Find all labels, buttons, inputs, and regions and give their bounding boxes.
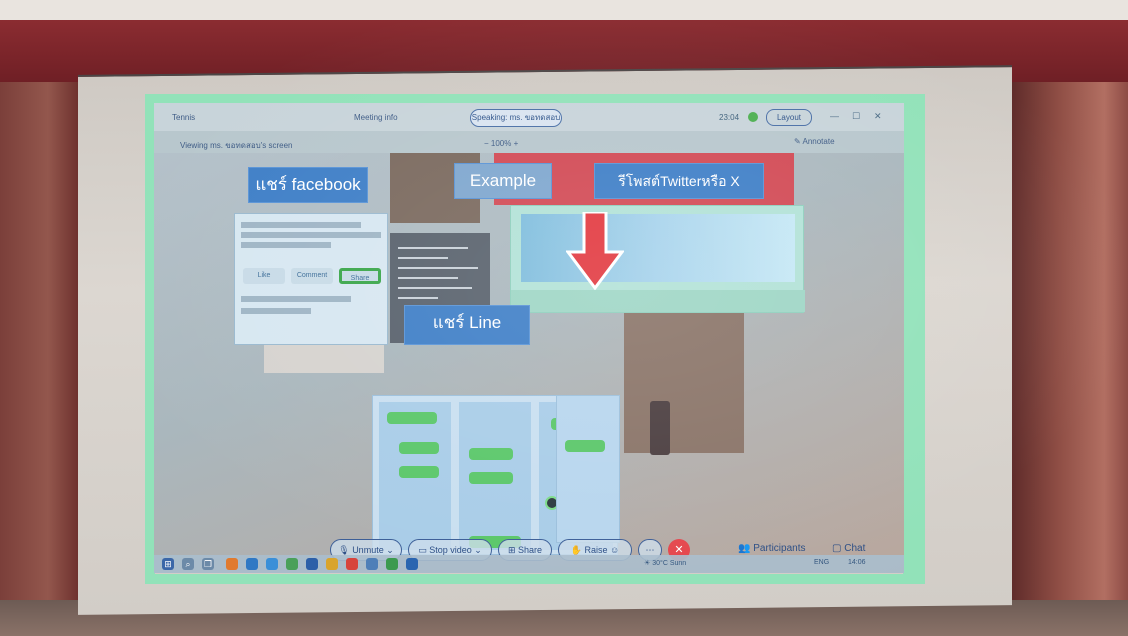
start-icon[interactable]: ⊞	[162, 558, 174, 570]
annotate-button[interactable]: ✎ Annotate	[794, 137, 835, 146]
raise-label: Raise	[584, 545, 608, 555]
shared-content: Like Comment Share แชร์ facebook Example…	[154, 153, 904, 555]
ceiling	[0, 0, 1128, 20]
chat-bubble	[387, 412, 437, 424]
label-example: Example	[454, 163, 552, 199]
post-text-line	[241, 232, 381, 238]
line-chat-column	[459, 402, 531, 550]
comment-line	[241, 296, 351, 302]
chat-bubble	[399, 466, 439, 478]
explorer-icon[interactable]	[266, 558, 278, 570]
sun-icon: ☀	[644, 560, 653, 567]
post-text-line	[241, 242, 331, 248]
weather-label: 30°C Sunn	[652, 560, 687, 567]
store-icon[interactable]	[286, 558, 298, 570]
viewing-label: Viewing ms. ขอทดสอบ's screen	[180, 141, 293, 150]
zoom-control[interactable]: − 100% +	[484, 139, 518, 148]
app-icon[interactable]	[346, 558, 358, 570]
tweet-image	[521, 214, 795, 282]
wall-left-curtain	[0, 82, 80, 636]
clock[interactable]: 14:06	[848, 559, 866, 566]
close-icon[interactable]: ✕	[874, 111, 882, 122]
zoom-app-icon[interactable]	[406, 558, 418, 570]
twitter-post-screenshot	[510, 205, 805, 313]
phone-photo	[650, 401, 670, 455]
meeting-info-link[interactable]: Meeting info	[354, 113, 398, 122]
share-icon: ⊞	[507, 545, 518, 555]
shield-icon	[748, 112, 758, 122]
background-wall	[264, 343, 384, 373]
participants-button[interactable]: 👥 Participants	[738, 543, 805, 554]
weather-widget[interactable]: ☀ 30°C Sunn	[644, 559, 686, 567]
comment-line	[241, 308, 311, 314]
code-line	[398, 247, 468, 249]
mail-icon[interactable]	[306, 558, 318, 570]
language-indicator[interactable]: ENG	[814, 559, 829, 566]
red-down-arrow-icon	[566, 212, 624, 290]
post-text-line	[241, 222, 361, 228]
tweet-actions	[511, 290, 805, 312]
chrome-icon[interactable]	[386, 558, 398, 570]
meeting-time: 23:04	[719, 113, 740, 122]
facebook-post-screenshot: Like Comment Share	[234, 213, 388, 345]
code-line	[398, 257, 448, 259]
speaking-indicator: Speaking: ms. ขอทดสอบ	[470, 109, 562, 127]
comment-button: Comment	[291, 268, 333, 284]
folder-icon[interactable]	[326, 558, 338, 570]
chat-button[interactable]: ▢ Chat	[832, 543, 865, 554]
video-icon: ▭	[418, 545, 430, 555]
chat-bubble	[469, 448, 513, 460]
chat-bubble	[565, 440, 605, 452]
label-share-line: แชร์ Line	[404, 305, 530, 345]
code-line	[398, 287, 472, 289]
label-share-facebook: แชร์ facebook	[248, 167, 368, 203]
share-label: Share	[518, 545, 543, 555]
minimize-icon[interactable]: —	[830, 111, 839, 121]
window-title: Tennis	[172, 113, 196, 122]
background-photo-right	[624, 313, 744, 453]
line-chat-side-panel	[556, 395, 620, 543]
line-chat-column	[379, 402, 451, 550]
hand-icon: ✋	[570, 545, 585, 555]
participants-icon: 👥	[738, 543, 754, 554]
chat-bubble	[399, 442, 439, 454]
participants-label: Participants	[753, 543, 806, 554]
chat-bubble	[469, 472, 513, 484]
windows-taskbar: ⊞ ⌕ ❐ ☀ 30°C Sunn ENG 14:06	[154, 555, 904, 573]
task-view-icon[interactable]: ❐	[202, 558, 214, 570]
stop-video-label: Stop video	[429, 545, 472, 555]
wall-right-curtain	[1010, 82, 1128, 636]
shared-display: Tennis Meeting info Speaking: ms. ขอทดสอ…	[154, 103, 904, 573]
chat-label: Chat	[844, 543, 866, 554]
code-line	[398, 267, 478, 269]
microphone-icon: 🎙	[338, 545, 353, 555]
edge-icon[interactable]	[246, 558, 258, 570]
maximize-icon[interactable]: ☐	[852, 111, 860, 122]
layout-button[interactable]: Layout	[766, 109, 812, 126]
chat-icon: ▢	[832, 543, 845, 554]
share-button-highlight: Share	[339, 268, 381, 284]
code-line	[398, 297, 438, 299]
unmute-label: Unmute	[352, 545, 384, 555]
label-repost-twitter: รีโพสต์Twitterหรือ X	[594, 163, 764, 199]
code-line	[398, 277, 458, 279]
more-icon: ⋯	[645, 545, 655, 555]
zoom-title-bar: Tennis Meeting info Speaking: ms. ขอทดสอ…	[154, 103, 904, 131]
app-icon[interactable]	[366, 558, 378, 570]
search-icon[interactable]: ⌕	[182, 558, 194, 570]
widgets-icon[interactable]	[226, 558, 238, 570]
viewing-bar: Viewing ms. ขอทดสอบ's screen − 100% + ✎ …	[154, 131, 904, 153]
like-button: Like	[243, 268, 285, 284]
